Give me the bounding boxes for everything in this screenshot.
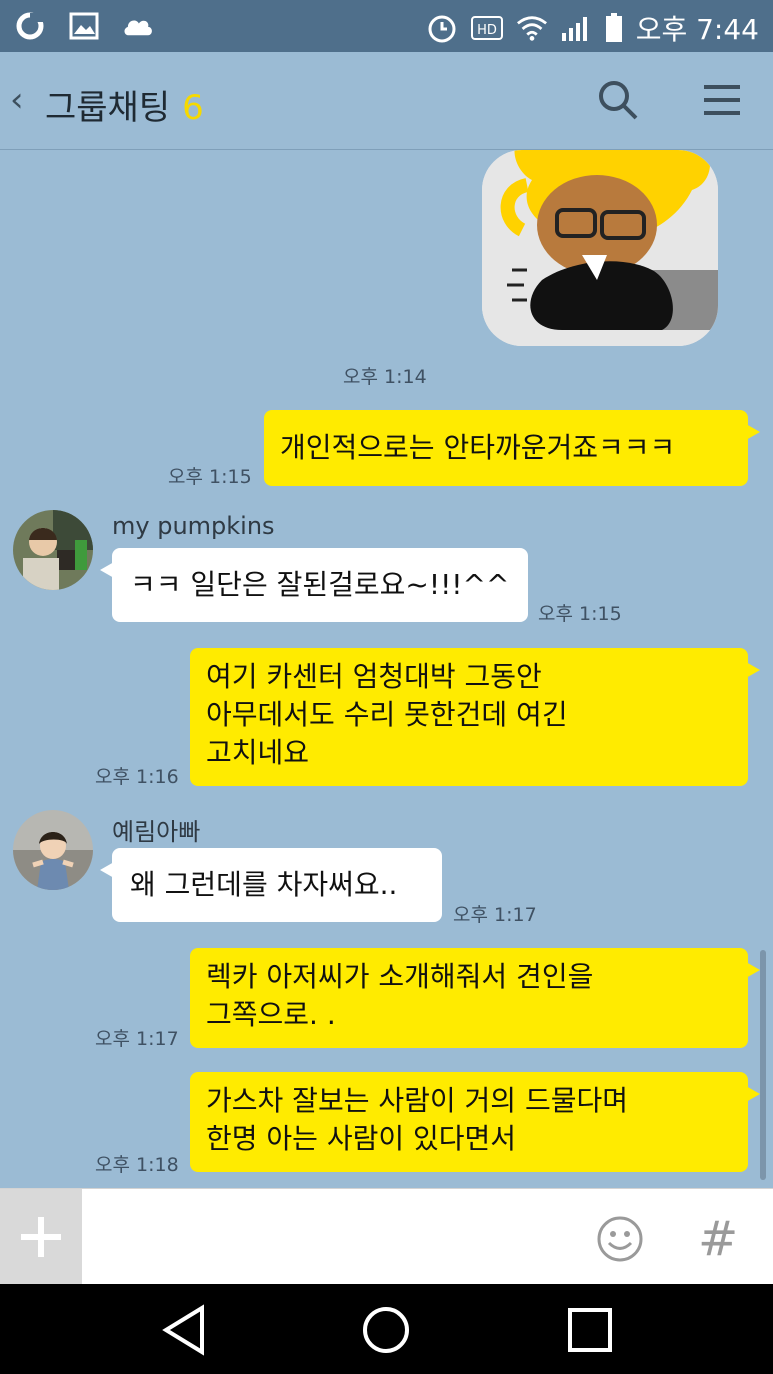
menu-icon[interactable] [702, 82, 742, 122]
chat-header: ‹ 그룹채팅 6 [0, 52, 773, 150]
sender-name: 예림아빠 [112, 818, 201, 846]
message-time: 오후 1:15 [538, 603, 622, 625]
message-text: 여기 카센터 엄청대박 그동안 [206, 660, 542, 693]
hashtag-icon[interactable]: # [698, 1211, 738, 1267]
chat-title-label: 그룹채팅 [45, 88, 171, 128]
gallery-icon [68, 10, 100, 42]
wifi-icon [516, 12, 548, 44]
alarm-icon [426, 12, 458, 44]
message-text: 고치네요 [206, 736, 310, 769]
message-time: 오후 1:17 [95, 1028, 179, 1050]
message-text: 왜 그런데를 차자써요.. [130, 868, 398, 901]
plus-icon [21, 1216, 61, 1257]
message-time: 오후 1:16 [95, 766, 179, 788]
message-text: 개인적으로는 안타까운거죠ㅋㅋㅋ [280, 431, 676, 464]
message-time: 오후 1:17 [453, 904, 537, 926]
message-text: 그쪽으로. . [206, 998, 336, 1031]
svg-text:HD: HD [477, 23, 497, 38]
recents-nav-icon[interactable] [564, 1304, 616, 1356]
avatar[interactable] [13, 510, 93, 590]
chat-area[interactable]: 오후 1:14 오후 1:15 개인적으로는 안타까운거죠ㅋㅋㅋ my pump… [0, 150, 773, 1187]
emoji-icon[interactable] [596, 1215, 644, 1267]
avatar[interactable] [13, 810, 93, 890]
message-time: 오후 1:18 [95, 1154, 179, 1176]
message-time: 오후 1:14 [343, 366, 427, 388]
message-time: 오후 1:15 [168, 466, 252, 488]
other-message-bubble[interactable]: ㅋㅋ 일단은 잘된걸로요~!!!^^ [100, 548, 528, 622]
message-input-bar[interactable]: # [0, 1188, 773, 1284]
cloud-icon [122, 10, 154, 42]
status-time: 오후 7:44 [635, 13, 759, 46]
message-text: 한명 아는 사람이 있다면서 [206, 1122, 517, 1155]
o-app-icon [14, 10, 46, 42]
member-count: 6 [182, 88, 204, 128]
sender-name: my pumpkins [112, 512, 275, 540]
my-message-bubble[interactable]: 여기 카센터 엄청대박 그동안 아무데서도 수리 못한건데 여긴 고치네요 [190, 648, 760, 786]
system-nav-bar [0, 1284, 773, 1374]
chat-title: 그룹채팅 6 [45, 80, 204, 129]
message-text: 아무데서도 수리 못한건데 여긴 [206, 698, 568, 731]
back-icon[interactable]: ‹ [10, 80, 24, 120]
home-nav-icon[interactable] [360, 1304, 412, 1356]
battery-icon [604, 12, 624, 44]
sticker-image[interactable] [482, 150, 718, 346]
signal-icon [560, 12, 592, 44]
my-message-bubble[interactable]: 가스차 잘보는 사람이 거의 드물다며 한명 아는 사람이 있다면서 [190, 1072, 760, 1172]
other-message-bubble[interactable]: 왜 그런데를 차자써요.. [100, 848, 442, 922]
hd-icon: HD [470, 12, 504, 44]
my-message-bubble[interactable]: 렉카 아저씨가 소개해줘서 견인을 그쪽으로. . [190, 948, 760, 1048]
search-icon[interactable] [596, 78, 640, 126]
message-text: 가스차 잘보는 사람이 거의 드물다며 [206, 1084, 629, 1117]
message-text: ㅋㅋ 일단은 잘된걸로요~!!!^^ [130, 568, 510, 601]
back-nav-icon[interactable] [158, 1304, 210, 1356]
add-attachment-button[interactable] [0, 1189, 82, 1284]
scrollbar[interactable] [760, 950, 766, 1180]
my-message-bubble[interactable]: 개인적으로는 안타까운거죠ㅋㅋㅋ [264, 410, 760, 486]
message-text: 렉카 아저씨가 소개해줘서 견인을 [206, 960, 594, 993]
status-bar: HD 오후 7:44 [0, 0, 773, 52]
